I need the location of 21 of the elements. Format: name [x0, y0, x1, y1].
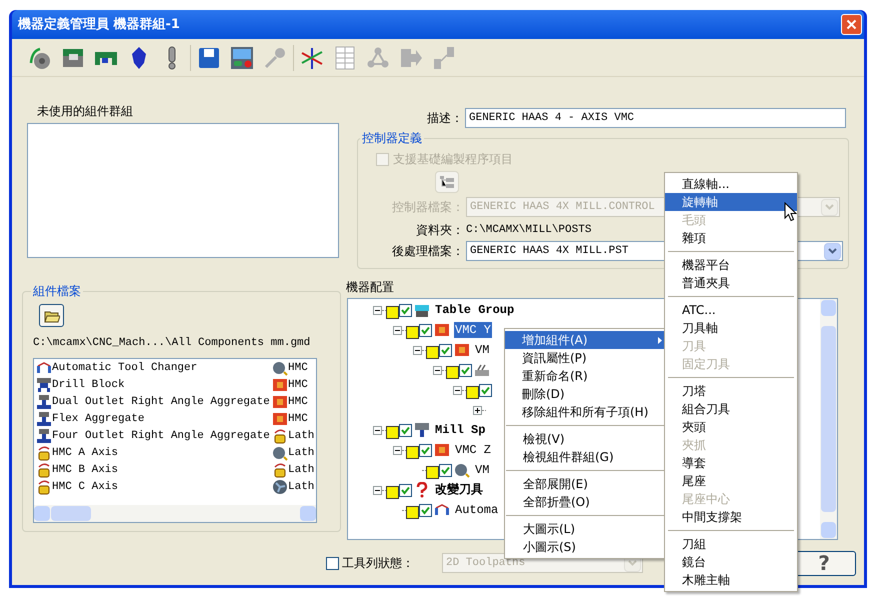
list-cell-text: Lath — [288, 480, 314, 495]
window-title: 機器定義管理員 機器群組-1 — [18, 16, 180, 34]
group-title: 控制器定義 — [361, 130, 423, 147]
field-label: 描述： — [426, 110, 464, 127]
file-path: C:\mcamx\CNC_Mach...\All Components mm.gmd — [33, 336, 312, 351]
list-cell-text: HMC — [288, 360, 308, 376]
checkbox-label: 工具列狀態： — [342, 555, 415, 572]
list-cell-text: Lath — [288, 462, 314, 478]
section-label: 未使用的組件群組 — [37, 104, 134, 118]
list-cell-text: Lath — [288, 446, 314, 461]
folder-path: C:\MCAMX\MILL\POSTS — [466, 222, 592, 238]
list-cell-text: HMC — [288, 394, 308, 410]
field-label: 控制器檔案： — [391, 199, 465, 216]
section-label: 機器配置 — [346, 280, 394, 294]
list-cell-text: HMC — [288, 412, 308, 427]
field-label: 資料夾： — [415, 222, 465, 239]
checkbox-label: 支援基礎編製程序項目 — [393, 151, 513, 168]
list-cell-text: Lath — [288, 428, 314, 444]
group-title: 組件檔案 — [32, 283, 82, 300]
field-label: 後處理檔案： — [391, 243, 465, 260]
list-cell-text: HMC — [288, 378, 308, 393]
